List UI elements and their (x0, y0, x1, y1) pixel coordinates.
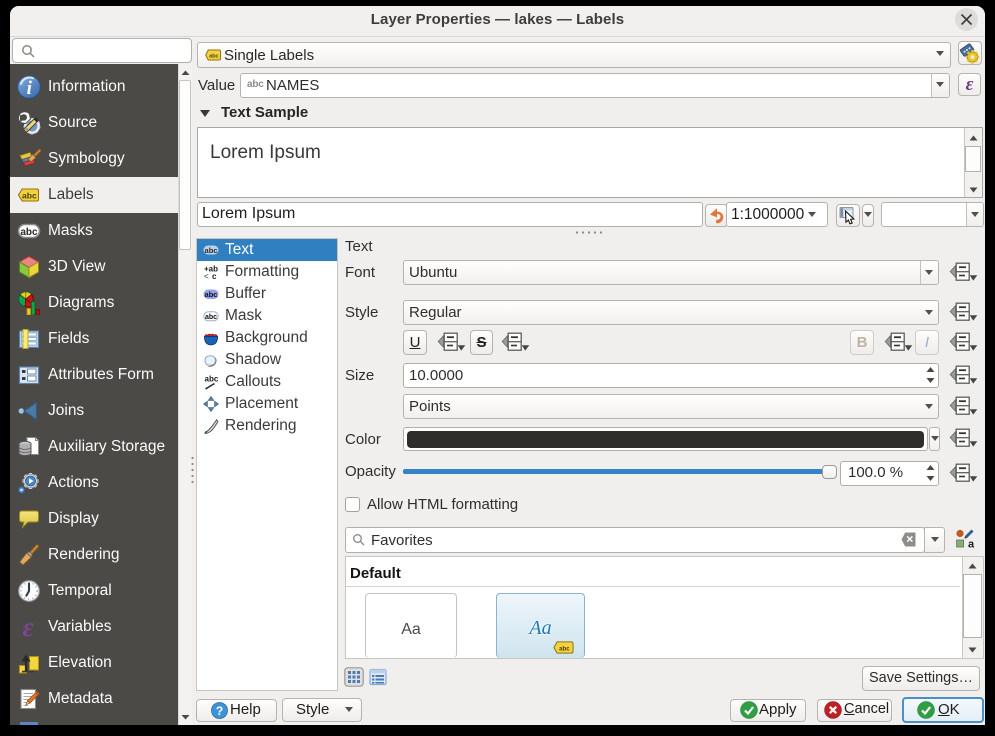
svg-text:i: i (27, 78, 33, 99)
svg-text:<: < (204, 272, 209, 280)
svg-text:abc: abc (209, 54, 218, 60)
svg-text:abc: abc (559, 647, 570, 653)
svg-text:abc: abc (205, 290, 218, 299)
svg-text:c: c (212, 272, 217, 280)
svg-text:a: a (968, 539, 975, 550)
svg-text:abc: abc (205, 314, 217, 321)
svg-text:abc: abc (205, 246, 218, 255)
svg-text:abc: abc (20, 227, 38, 238)
svg-text:abc: abc (205, 375, 219, 384)
svg-text:ε: ε (22, 615, 33, 639)
svg-text:abc: abc (22, 191, 37, 201)
svg-text:?: ? (216, 704, 223, 718)
